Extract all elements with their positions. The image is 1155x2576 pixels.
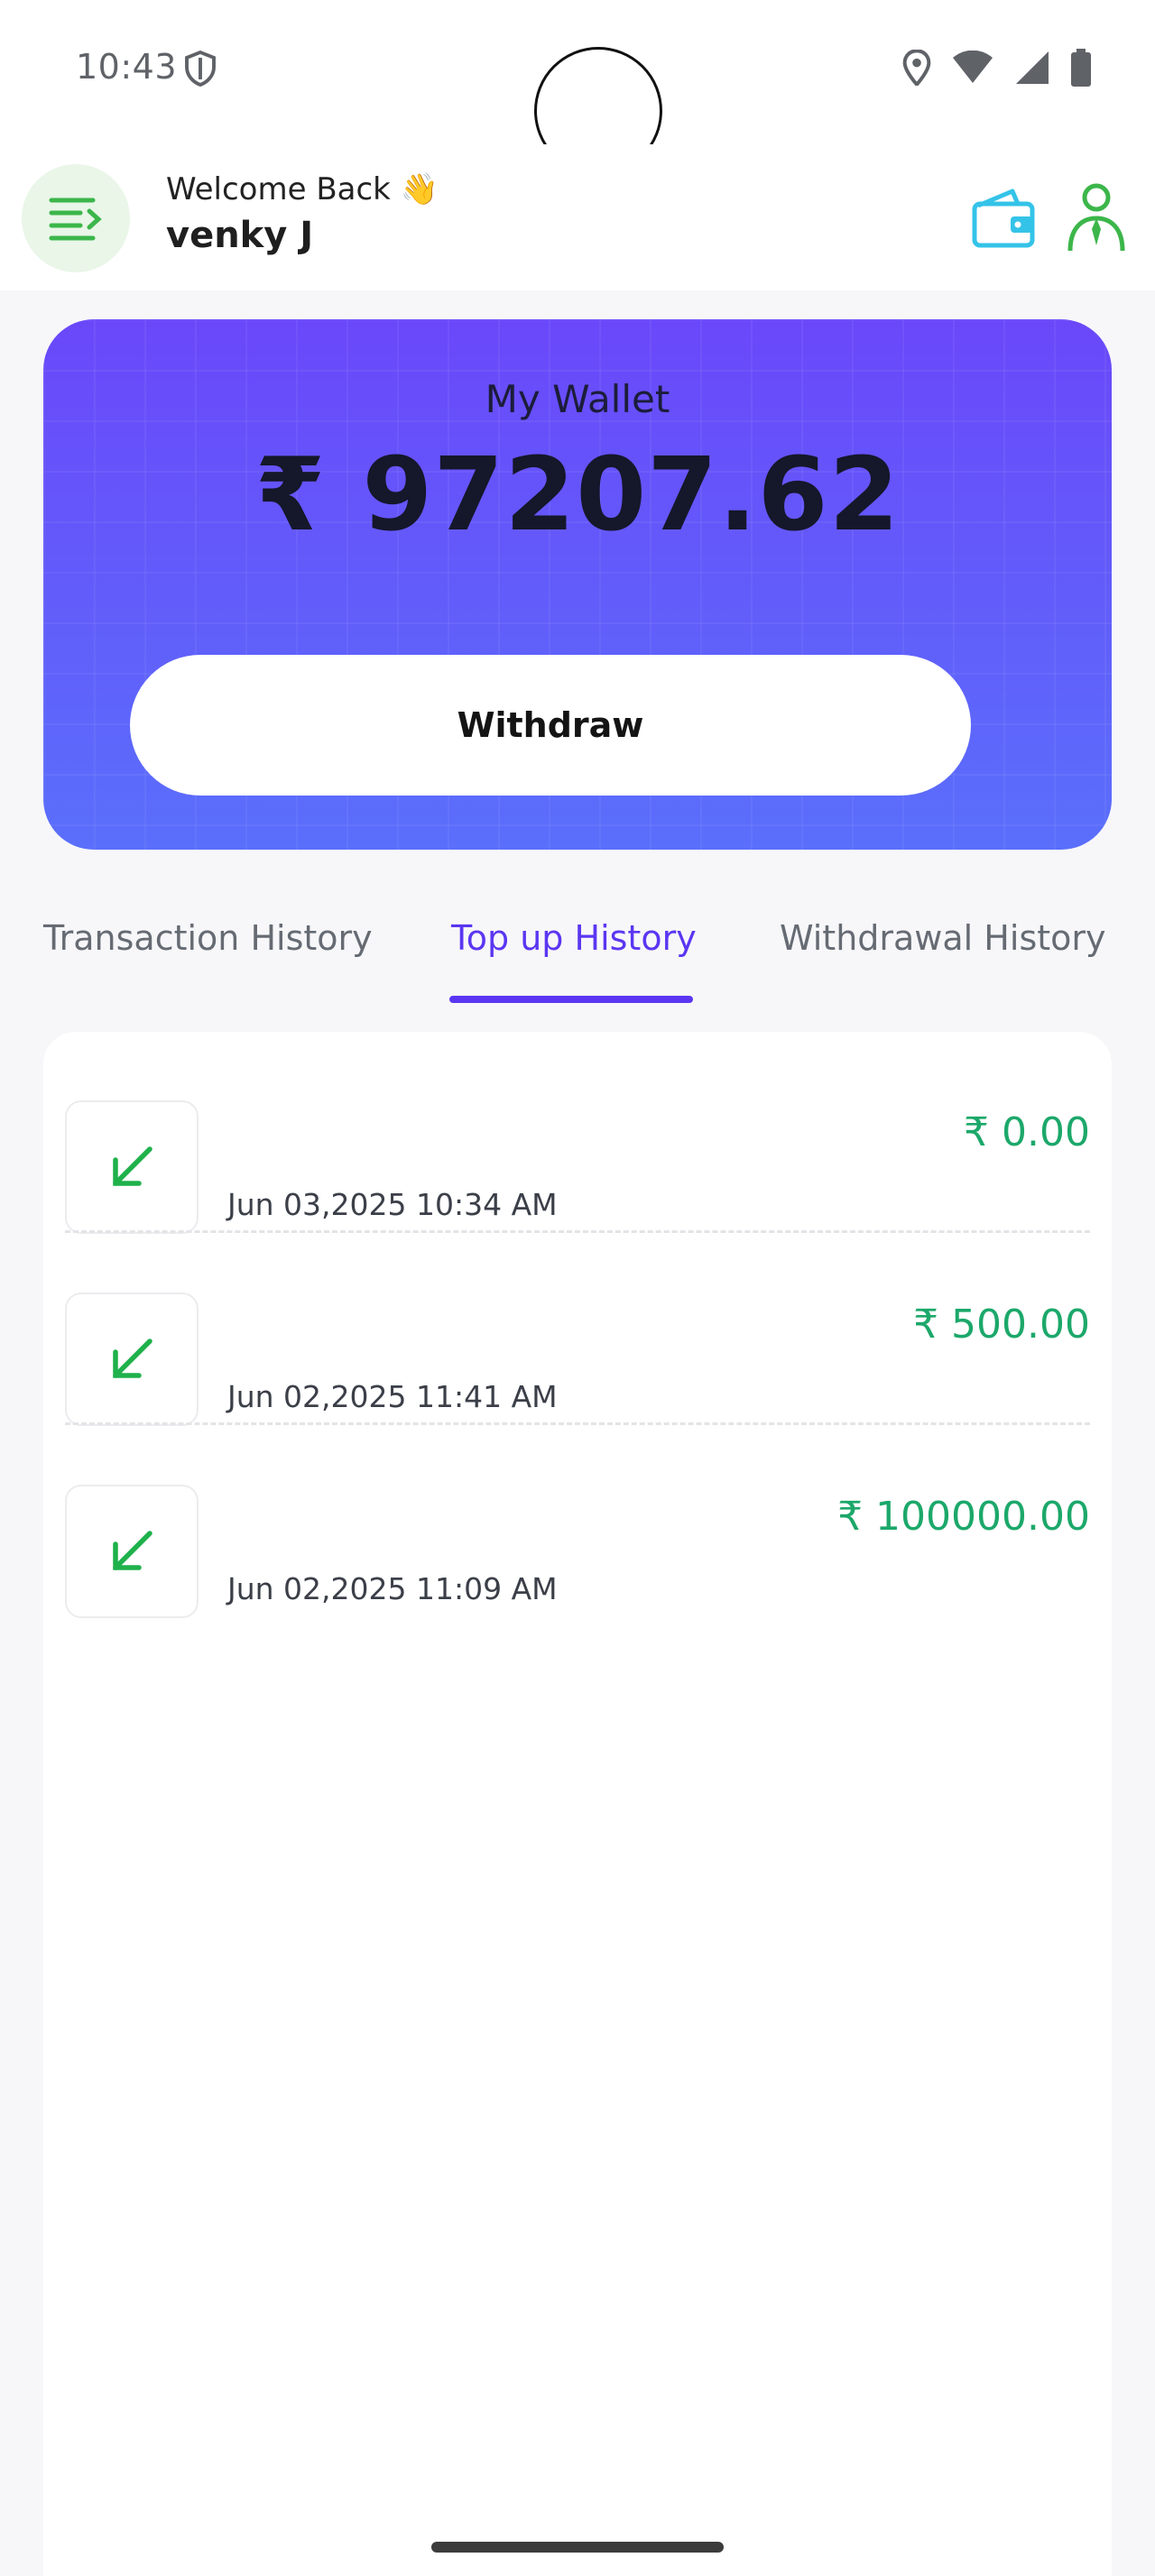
screen: 10:43 Welcome Back 👋 venky J My Wallet ₹… (0, 0, 1155, 2576)
item-icon-box (65, 1100, 199, 1234)
wallet-title: My Wallet (485, 377, 670, 421)
divider (65, 1230, 1090, 1233)
wallet-card: My Wallet ₹ 97207.62 Withdraw (43, 319, 1112, 850)
list-item[interactable]: ₹ 0.00 Jun 03,2025 10:34 AM (65, 1066, 1090, 1257)
app-header: Welcome Back 👋 venky J (0, 144, 1155, 290)
withdraw-button[interactable]: Withdraw (130, 655, 971, 796)
status-icons (902, 49, 1092, 87)
wallet-icon[interactable] (971, 186, 1036, 251)
arrow-down-left-icon (113, 1531, 152, 1570)
tab-withdrawal-history[interactable]: Withdrawal History (780, 918, 1106, 958)
history-tabs: Transaction History Top up History Withd… (0, 893, 1155, 1019)
transaction-list: ₹ 0.00 Jun 03,2025 10:34 AM ₹ 500.00 Jun… (43, 1032, 1112, 2576)
item-icon-box (65, 1485, 199, 1618)
home-indicator[interactable] (431, 2542, 724, 2553)
signal-icon (1016, 51, 1049, 84)
divider (65, 1422, 1090, 1425)
item-amount: ₹ 0.00 (964, 1109, 1090, 1155)
item-date: Jun 02,2025 11:09 AM (227, 1571, 558, 1606)
item-amount: ₹ 100000.00 (837, 1494, 1090, 1540)
username: venky J (166, 215, 314, 256)
tab-top-up-history[interactable]: Top up History (451, 918, 697, 958)
item-icon-box (65, 1293, 199, 1426)
battery-icon (1071, 49, 1091, 87)
wifi-icon (953, 51, 993, 83)
status-time: 10:43 (76, 47, 178, 87)
active-tab-indicator (449, 996, 693, 1003)
list-item[interactable]: ₹ 100000.00 Jun 02,2025 11:09 AM (65, 1450, 1090, 1642)
welcome-text: Welcome Back 👋 (166, 171, 439, 207)
item-amount: ₹ 500.00 (913, 1302, 1090, 1348)
menu-button[interactable] (22, 164, 130, 272)
list-item[interactable]: ₹ 500.00 Jun 02,2025 11:41 AM (65, 1258, 1090, 1449)
wallet-balance: ₹ 97207.62 (254, 437, 901, 554)
item-date: Jun 02,2025 11:41 AM (227, 1379, 558, 1414)
arrow-down-left-icon (113, 1146, 152, 1186)
location-icon (902, 50, 931, 86)
status-bar: 10:43 (0, 0, 1155, 175)
arrow-down-left-icon (113, 1339, 152, 1378)
item-date: Jun 03,2025 10:34 AM (227, 1187, 558, 1222)
shield-icon (185, 51, 216, 87)
person-icon[interactable] (1065, 182, 1128, 253)
tab-transaction-history[interactable]: Transaction History (43, 918, 373, 958)
menu-icon (49, 198, 102, 241)
